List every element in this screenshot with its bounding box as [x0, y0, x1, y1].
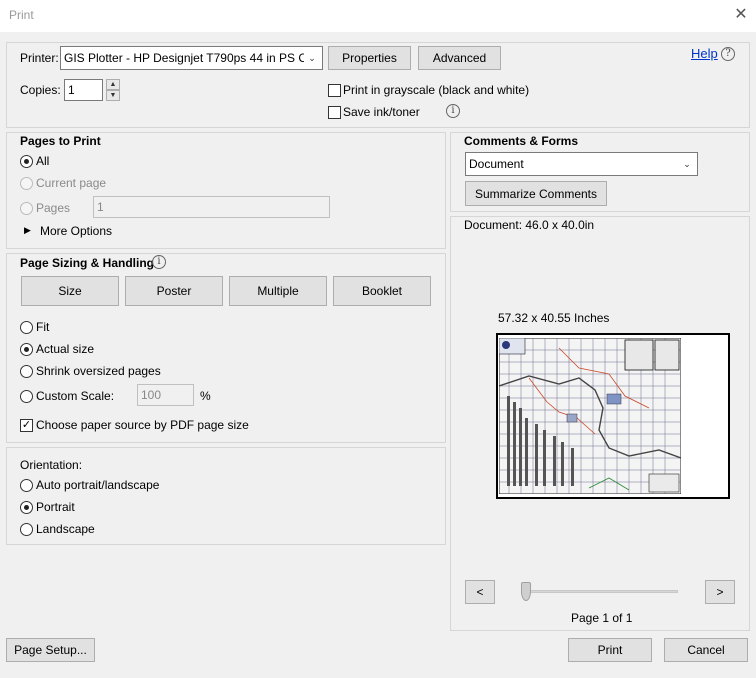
comments-forms-heading: Comments & Forms: [464, 134, 579, 148]
pages-all-label: All: [36, 154, 50, 168]
grayscale-checkbox[interactable]: [328, 84, 341, 97]
printer-label: Printer:: [20, 51, 59, 65]
chevron-down-icon: ⌄: [683, 158, 691, 169]
prev-page-button[interactable]: <: [465, 580, 495, 604]
page-sizing-heading: Page Sizing & Handling: [20, 256, 155, 270]
custom-scale-input[interactable]: 100: [137, 384, 194, 406]
orientation-heading: Orientation:: [20, 458, 83, 472]
landscape-label: Landscape: [36, 522, 95, 536]
page-sizing-info-icon[interactable]: i: [152, 255, 166, 269]
properties-button[interactable]: Properties: [328, 46, 411, 70]
current-page-radio[interactable]: [20, 177, 33, 190]
grayscale-label: Print in grayscale (black and white): [343, 83, 530, 97]
save-ink-info-icon[interactable]: i: [446, 104, 460, 118]
next-page-button[interactable]: >: [705, 580, 735, 604]
current-page-label: Current page: [36, 176, 107, 190]
close-icon[interactable]: ✕: [733, 6, 749, 24]
pages-range-input[interactable]: 1: [93, 196, 330, 218]
portrait-label: Portrait: [36, 500, 75, 514]
page-indicator: Page 1 of 1: [571, 611, 633, 625]
printer-select-value: GIS Plotter - HP Designjet T790ps 44 in …: [64, 51, 304, 65]
save-ink-label: Save ink/toner: [343, 105, 420, 119]
portrait-radio[interactable]: [20, 501, 33, 514]
title-bar: [0, 0, 756, 32]
fit-radio[interactable]: [20, 321, 33, 334]
triangle-right-icon[interactable]: ▶: [24, 225, 31, 236]
cancel-button[interactable]: Cancel: [664, 638, 748, 662]
pages-to-print-heading: Pages to Print: [20, 134, 101, 148]
paper-size-label: 57.32 x 40.55 Inches: [498, 311, 610, 325]
print-button[interactable]: Print: [568, 638, 652, 662]
save-ink-checkbox[interactable]: [328, 106, 341, 119]
window-title: Print: [9, 8, 34, 22]
custom-scale-radio[interactable]: [20, 390, 33, 403]
document-size-label: Document: 46.0 x 40.0in: [464, 218, 595, 232]
tab-size-label: Size: [58, 284, 82, 298]
actual-size-label: Actual size: [36, 342, 95, 356]
auto-orientation-radio[interactable]: [20, 479, 33, 492]
chevron-down-icon: ⌄: [308, 52, 316, 63]
pages-range-label: Pages: [36, 201, 71, 215]
summarize-comments-button[interactable]: Summarize Comments: [465, 181, 607, 206]
preview-page: [496, 333, 730, 499]
printer-select[interactable]: GIS Plotter - HP Designjet T790ps 44 in …: [60, 46, 323, 70]
custom-scale-value: 100: [141, 388, 162, 402]
copies-down-arrow-icon[interactable]: ▼: [106, 90, 120, 101]
tab-multiple-label: Multiple: [257, 284, 299, 298]
tab-poster-label: Poster: [156, 284, 192, 298]
tab-multiple[interactable]: Multiple: [229, 276, 327, 306]
page-setup-button[interactable]: Page Setup...: [6, 638, 95, 662]
more-options-label[interactable]: More Options: [40, 224, 112, 238]
copies-input[interactable]: 1: [64, 79, 103, 101]
tab-poster[interactable]: Poster: [125, 276, 223, 306]
shrink-radio[interactable]: [20, 365, 33, 378]
map-thumbnail: [499, 338, 681, 494]
copies-label: Copies:: [20, 83, 61, 97]
comments-select-value: Document: [469, 157, 524, 171]
tab-size[interactable]: Size: [21, 276, 119, 306]
pages-all-radio[interactable]: [20, 155, 33, 168]
page-slider-track[interactable]: [522, 590, 678, 593]
actual-size-radio[interactable]: [20, 343, 33, 356]
page-slider-thumb[interactable]: [521, 582, 531, 601]
shrink-label: Shrink oversized pages: [36, 364, 161, 378]
landscape-radio[interactable]: [20, 523, 33, 536]
paper-source-label: Choose paper source by PDF page size: [36, 418, 249, 432]
copies-up-arrow-icon[interactable]: ▲: [106, 79, 120, 90]
custom-scale-label: Custom Scale:: [36, 389, 115, 403]
pages-range-radio[interactable]: [20, 202, 33, 215]
tab-booklet[interactable]: Booklet: [333, 276, 431, 306]
comments-select[interactable]: Document ⌄: [465, 152, 698, 176]
fit-label: Fit: [36, 320, 50, 334]
help-link[interactable]: Help: [691, 46, 718, 61]
help-icon[interactable]: ?: [721, 47, 735, 61]
paper-source-checkbox[interactable]: ✓: [20, 419, 33, 432]
pages-range-value: 1: [97, 200, 104, 214]
tab-booklet-label: Booklet: [361, 284, 403, 298]
percent-label: %: [200, 389, 211, 403]
advanced-button[interactable]: Advanced: [418, 46, 501, 70]
auto-orientation-label: Auto portrait/landscape: [36, 478, 160, 492]
copies-value: 1: [68, 83, 75, 97]
